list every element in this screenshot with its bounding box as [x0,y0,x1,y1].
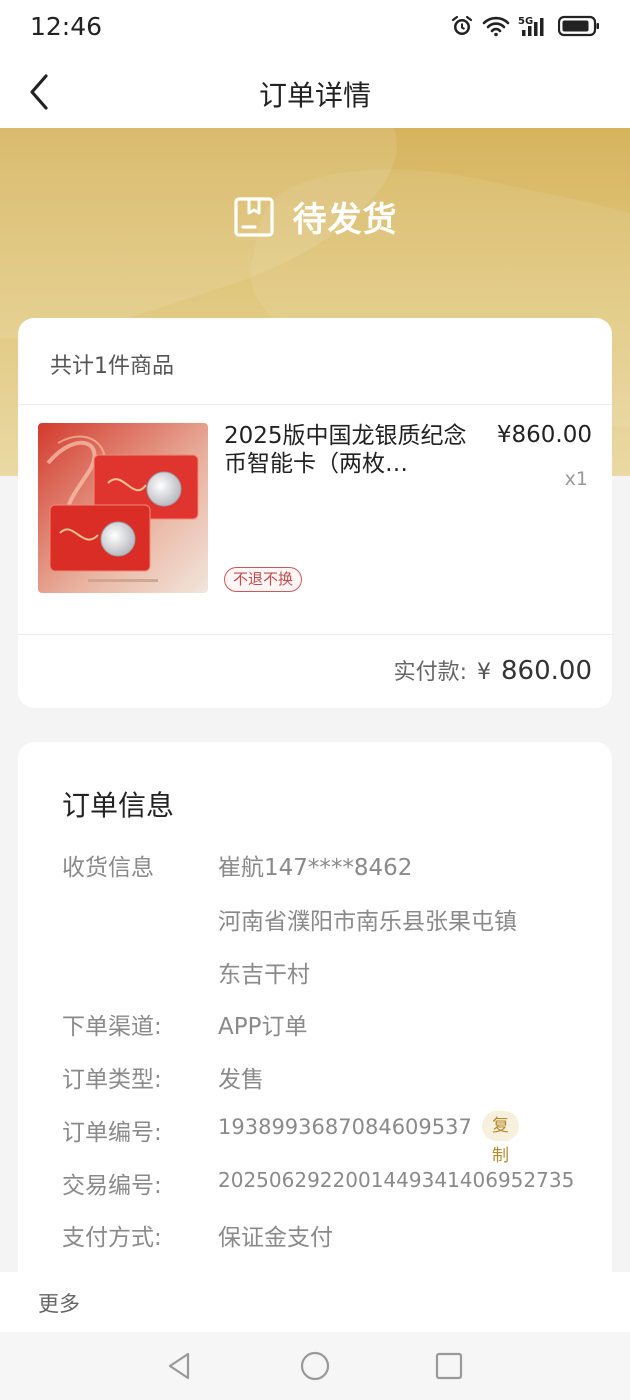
payment-value: 保证金支付 [218,1225,333,1251]
more-bar: 更多 [0,1272,630,1332]
no-return-tag: 不退不换 [224,567,303,592]
status-bar: 12:46 5G [0,0,630,56]
product-price: ¥860.00 [496,422,592,448]
back-triangle-icon[interactable] [164,1350,196,1382]
product-image[interactable] [38,423,208,593]
product-name[interactable]: 2025版中国龙银质纪念币智能卡（两枚… [224,422,474,478]
type-value: 发售 [218,1067,264,1093]
home-circle-icon[interactable] [299,1350,331,1382]
channel-value: APP订单 [218,1014,308,1040]
wifi-icon [482,16,510,37]
page-title: 订单详情 [258,79,371,112]
product-quantity: x1 [564,468,588,490]
payment-label: 支付方式: [62,1225,162,1251]
recent-square-icon[interactable] [433,1350,465,1382]
copy-order-number-button[interactable]: 复制 [482,1111,519,1166]
type-label: 订单类型: [62,1067,162,1093]
paid-label: 实付款: [393,660,468,685]
order-number-label: 订单编号: [62,1120,162,1146]
order-info-card: 订单信息 收货信息 崔航147****8462 河南省濮阳市南乐县张果屯镇 东吉… [18,742,612,1302]
nav-bar: 订单详情 [0,56,630,128]
5g-label: 5G [518,16,533,27]
receiver-name-phone: 崔航147****8462 [218,855,413,881]
goods-divider-bottom [18,634,612,635]
trade-number-value: 2025062922001449341406952735 [218,1168,575,1192]
paid-amount-row: 实付款: ¥ 860.00 [394,654,592,686]
5g-signal-icon: 5G [518,16,544,36]
system-nav-bar [0,1332,630,1400]
order-status: 待发货 [0,192,630,241]
order-info-title: 订单信息 [62,789,175,822]
address-line-2: 东吉干村 [218,962,310,988]
order-number-value: 1938993687084609537 [218,1115,472,1139]
address-line-1: 河南省濮阳市南乐县张果屯镇 [218,909,517,935]
alarm-icon [451,15,473,35]
trade-number-label: 交易编号: [62,1173,162,1199]
receiver-label: 收货信息 [62,855,154,881]
more-button[interactable]: 更多 [38,1288,80,1318]
goods-count: 共计1件商品 [50,354,174,379]
goods-divider-top [18,404,612,405]
paid-currency: ¥ [477,660,492,685]
status-time: 12:46 [30,12,103,41]
battery-icon [558,15,599,37]
status-icons: 5G [450,14,600,38]
package-icon [233,196,274,237]
paid-amount: 860.00 [501,656,592,686]
channel-label: 下单渠道: [62,1014,162,1040]
goods-card: 共计1件商品 2025版中国龙银质纪念币智能卡（两枚… ¥860.00 x1 不… [18,318,612,708]
order-status-label: 待发货 [292,200,398,240]
